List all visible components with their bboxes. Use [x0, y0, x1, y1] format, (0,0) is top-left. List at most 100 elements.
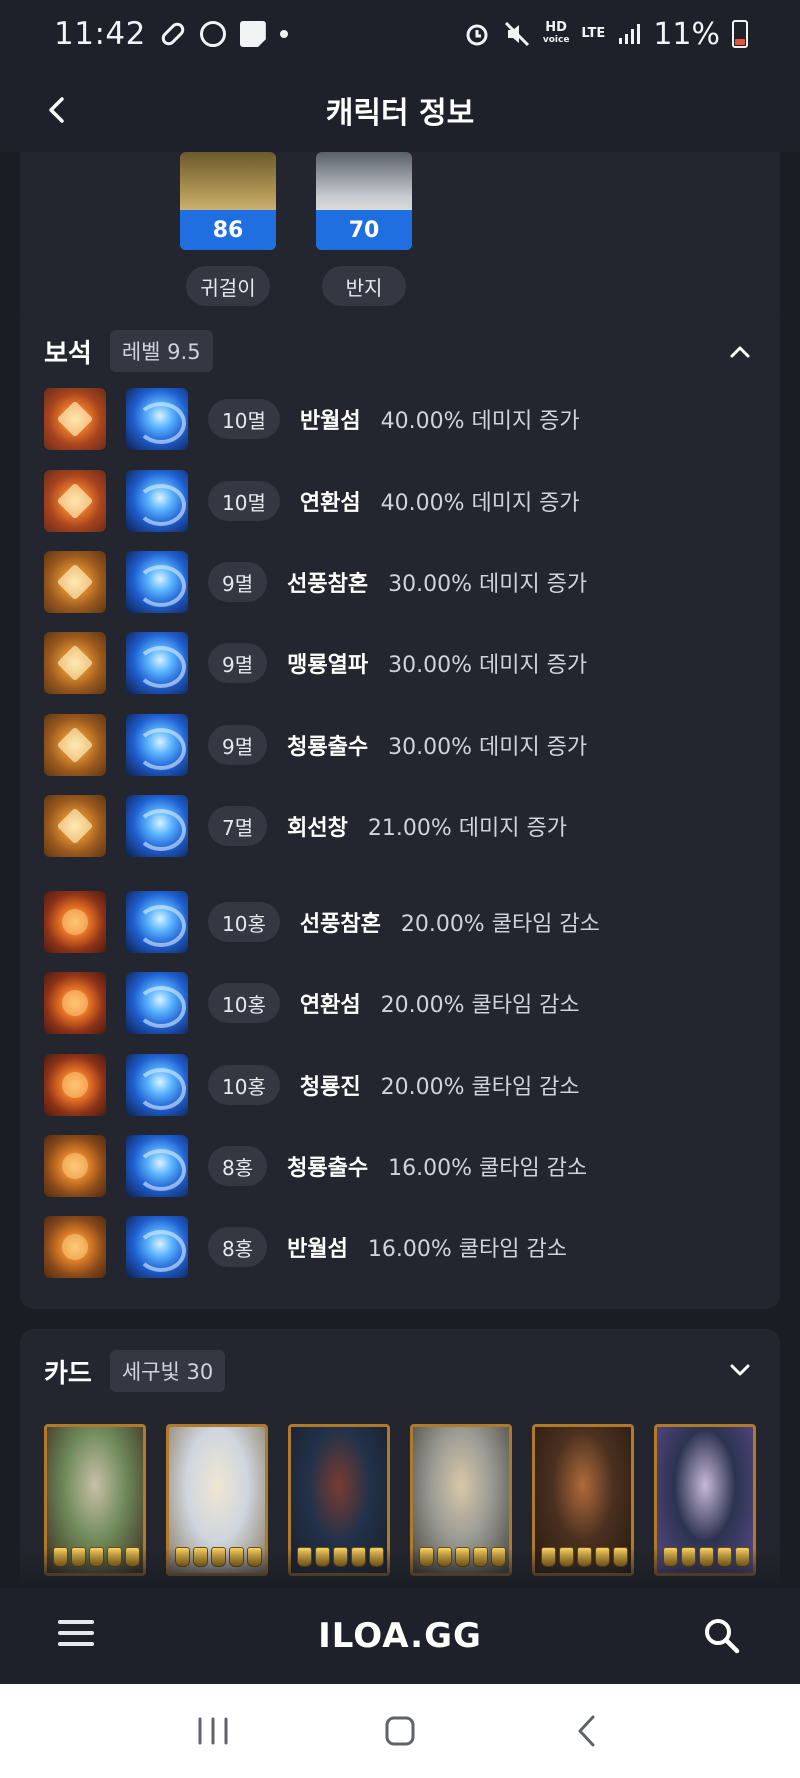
gems-level-badge: 레벨 9.5 — [109, 330, 213, 372]
system-icons: HD voice LTE 11% — [463, 17, 748, 52]
skill-icon — [126, 1216, 188, 1278]
chevron-down-icon — [730, 1364, 750, 1376]
more-dot-icon — [279, 30, 288, 38]
mute-icon — [504, 21, 529, 47]
skill-icon — [126, 470, 188, 532]
gem-effect: 30.00% 데미지 증가 — [388, 735, 588, 760]
battery-percent: 11% — [653, 16, 720, 52]
gem-row[interactable]: 7멸 회선창 21.00% 데미지 증가 — [44, 795, 567, 857]
skill-icon — [126, 972, 188, 1034]
gem-row[interactable]: 10홍 선풍참혼 20.00% 쿨타임 감소 — [44, 891, 600, 953]
gem-icon — [44, 1054, 106, 1116]
skill-icon — [126, 551, 188, 613]
scroll-fade — [0, 1548, 800, 1588]
gem-icon — [44, 714, 106, 776]
back-button[interactable] — [36, 90, 76, 130]
gem-row[interactable]: 9멸 맹룡열파 30.00% 데미지 증가 — [44, 632, 587, 694]
app-face-icon — [199, 21, 226, 47]
recent-apps-button[interactable] — [183, 1701, 243, 1761]
search-button[interactable] — [702, 1616, 742, 1656]
gem-row[interactable]: 8홍 청룡출수 16.00% 쿨타임 감소 — [44, 1135, 587, 1197]
gem-row[interactable]: 9멸 청룡출수 30.00% 데미지 증가 — [44, 714, 587, 776]
skill-icon — [126, 632, 188, 694]
page-title: 캐릭터 정보 — [325, 96, 475, 131]
gem-skill-name: 반월섬 — [299, 409, 361, 434]
hamburger-icon — [58, 1620, 94, 1646]
ring-thumbnail: 70 — [316, 152, 412, 250]
alarm-icon — [466, 24, 488, 46]
skill-icon — [126, 1054, 188, 1116]
character-content[interactable]: 86 귀걸이 70 반지 보석 레벨 9.5 10멸 반월섬 40.00% 데미지 … — [0, 152, 800, 1588]
gems-header: 보석 레벨 9.5 — [44, 330, 213, 372]
accessory-level: 86 — [180, 210, 276, 250]
gem-effect: 30.00% 데미지 증가 — [388, 572, 588, 597]
gem-grade: 8홍 — [208, 1227, 268, 1267]
accessory-earring[interactable]: 86 귀걸이 — [180, 152, 276, 306]
back-arrow-icon — [578, 1715, 595, 1747]
gem-icon — [44, 972, 106, 1034]
bottom-app-bar: ILOA.GG — [0, 1588, 800, 1684]
gem-skill-name: 맹룡열파 — [287, 653, 369, 678]
menu-button[interactable] — [58, 1620, 94, 1652]
earring-thumbnail: 86 — [180, 152, 276, 250]
gem-effect: 20.00% 쿨타임 감소 — [400, 912, 600, 937]
gem-effect: 21.00% 데미지 증가 — [367, 816, 567, 841]
signal-icon — [619, 24, 641, 44]
gem-skill-name: 선풍참혼 — [287, 572, 369, 597]
gem-row[interactable]: 10홍 청룡진 20.00% 쿨타임 감소 — [44, 1054, 580, 1116]
gem-grade: 9멸 — [208, 725, 268, 765]
cards-expand-button[interactable] — [726, 1357, 754, 1385]
home-button[interactable] — [370, 1701, 430, 1761]
gems-title: 보석 — [44, 338, 92, 369]
gem-icon — [44, 632, 106, 694]
gem-skill-name: 연환섬 — [299, 993, 361, 1018]
gem-grade: 9멸 — [208, 643, 268, 683]
gem-row[interactable]: 9멸 선풍참혼 30.00% 데미지 증가 — [44, 551, 587, 613]
skill-icon — [126, 1135, 188, 1197]
status-time: 11:42 — [54, 16, 146, 52]
gem-icon — [44, 551, 106, 613]
home-icon — [385, 1716, 415, 1746]
gem-row[interactable]: 10멸 연환섬 40.00% 데미지 증가 — [44, 470, 580, 532]
gem-icon — [44, 388, 106, 450]
gem-grade: 10홍 — [208, 902, 280, 942]
recent-apps-icon — [198, 1717, 228, 1745]
accessory-label: 귀걸이 — [186, 266, 270, 306]
gem-skill-name: 반월섬 — [287, 1237, 348, 1262]
battery-icon — [732, 20, 748, 48]
gem-skill-name: 청룡진 — [299, 1075, 361, 1100]
cards-header: 카드 세구빛 30 — [44, 1350, 226, 1392]
system-nav-bar — [0, 1684, 800, 1778]
gem-grade: 7멸 — [208, 806, 268, 846]
gem-grade: 9멸 — [208, 562, 268, 602]
gem-icon — [44, 1216, 106, 1278]
gem-icon — [44, 470, 106, 532]
gem-row[interactable]: 8홍 반월섬 16.00% 쿨타임 감소 — [44, 1216, 567, 1278]
gem-effect: 40.00% 데미지 증가 — [380, 491, 580, 516]
gem-row[interactable]: 10멸 반월섬 40.00% 데미지 증가 — [44, 388, 580, 450]
gems-collapse-button[interactable] — [726, 337, 754, 365]
skill-icon — [126, 714, 188, 776]
chevron-left-icon — [49, 97, 64, 123]
status-bar: 11:42 HD voice LTE 11% — [0, 0, 800, 68]
gem-row[interactable]: 10홍 연환섬 20.00% 쿨타임 감소 — [44, 972, 580, 1034]
accessory-ring[interactable]: 70 반지 — [316, 152, 412, 306]
search-icon — [705, 1619, 740, 1654]
gem-icon — [44, 1135, 106, 1197]
hd-voice-indicator: HD voice — [542, 20, 570, 45]
gem-skill-name: 회선창 — [287, 816, 348, 841]
notification-icons — [158, 19, 288, 49]
site-logo[interactable]: ILOA.GG — [318, 1616, 482, 1656]
cards-title: 카드 — [44, 1358, 92, 1389]
gem-skill-name: 청룡출수 — [287, 1156, 369, 1181]
gems-card: 보석 레벨 9.5 10멸 반월섬 40.00% 데미지 증가 10멸 연환섬 40.00… — [20, 309, 780, 1309]
system-back-button[interactable] — [557, 1701, 617, 1761]
gem-icon — [44, 795, 106, 857]
skill-icon — [126, 795, 188, 857]
gem-effect: 16.00% 쿨타임 감소 — [388, 1156, 588, 1181]
gem-skill-name: 청룡출수 — [287, 735, 369, 760]
gem-grade: 8홍 — [208, 1146, 268, 1186]
pill-icon — [158, 19, 187, 49]
gem-effect: 30.00% 데미지 증가 — [388, 653, 588, 678]
gem-effect: 40.00% 데미지 증가 — [380, 409, 580, 434]
